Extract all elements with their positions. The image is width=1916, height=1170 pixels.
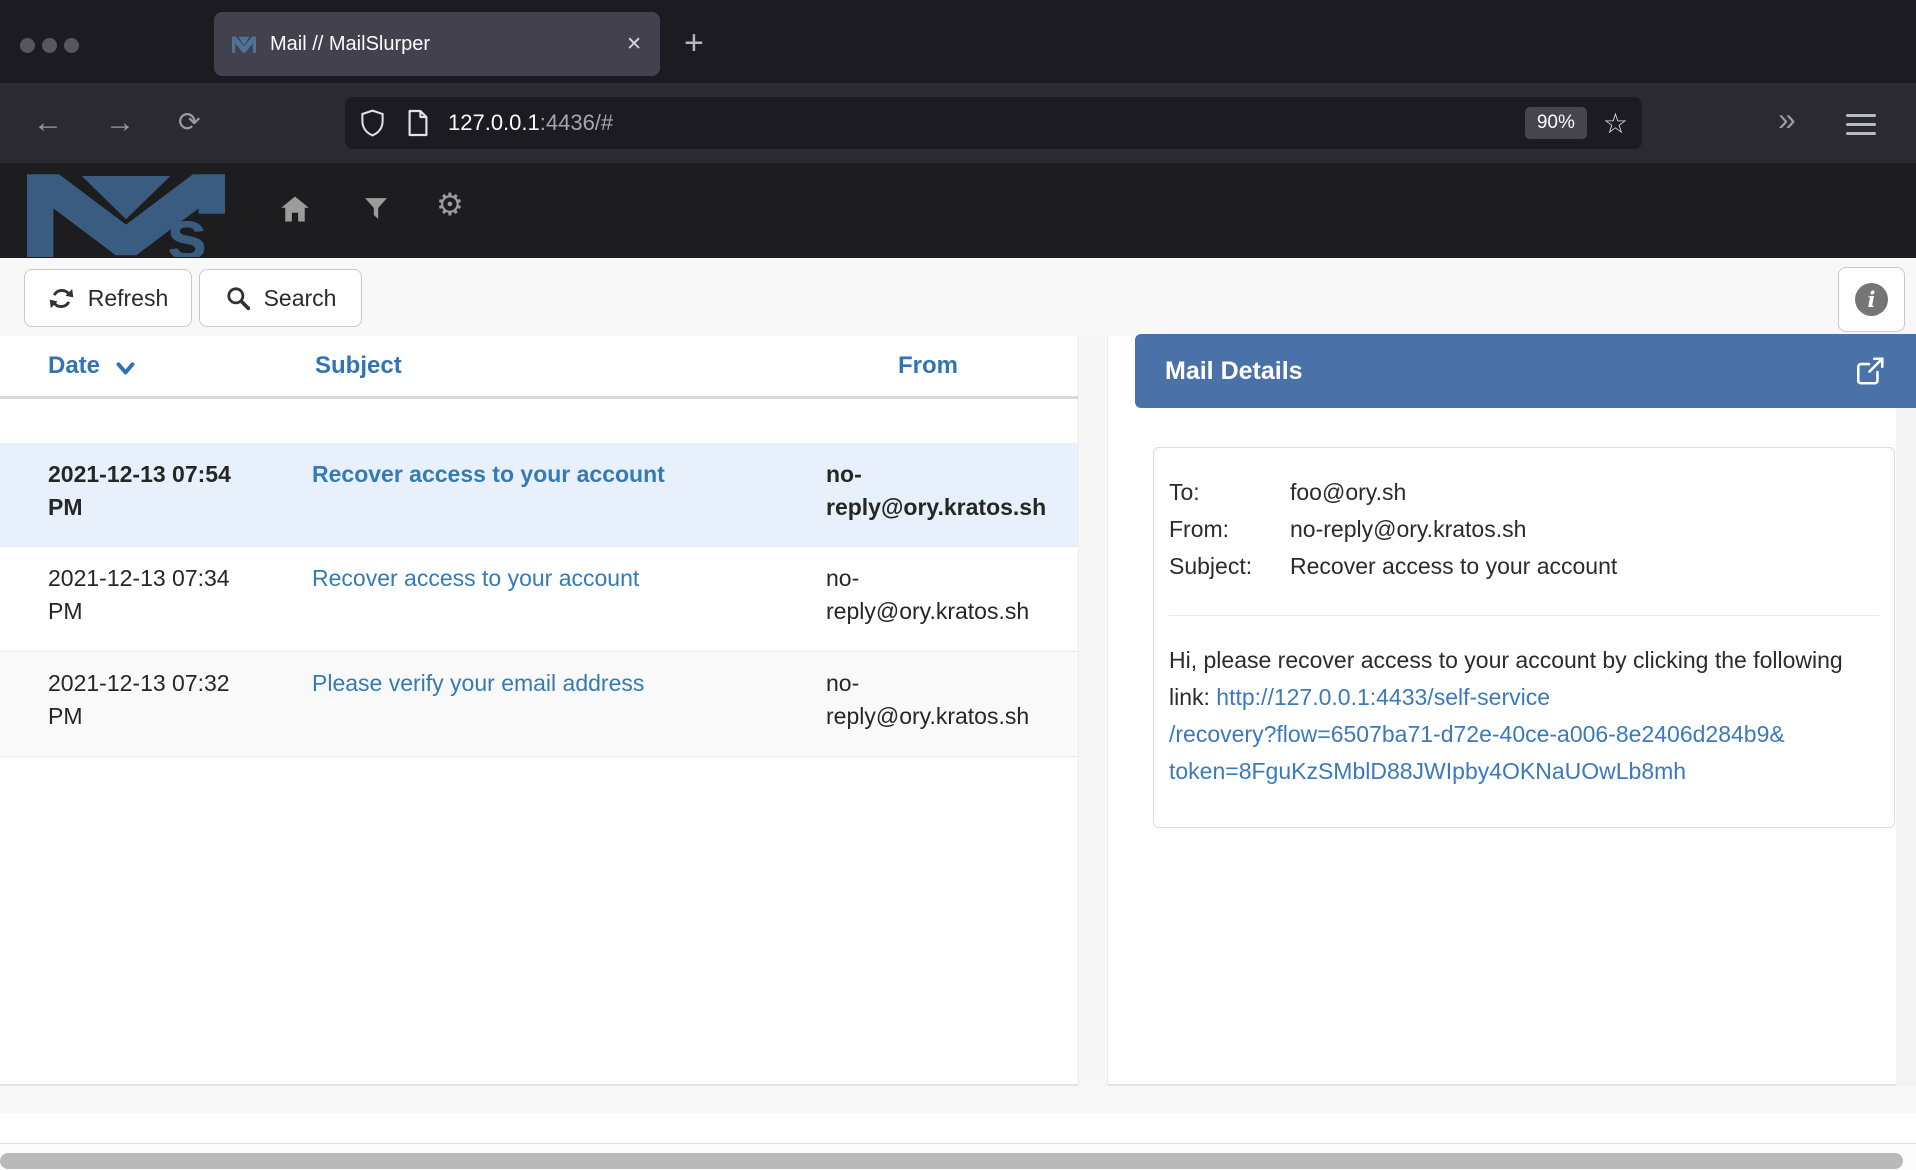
url-path: :4436/# xyxy=(540,110,613,135)
details-divider xyxy=(1169,615,1879,616)
mailslurper-browser-window: Mail // MailSlurper ✕ + ← → ⟳ 127.0.0.1:… xyxy=(0,0,1916,1170)
window-control-close-button[interactable] xyxy=(20,38,35,53)
mail-details-header: Mail Details xyxy=(1135,334,1916,408)
mail-row-date: 2021-12-13 07:54 PM xyxy=(48,458,263,524)
horizontal-scrollbar-thumb[interactable] xyxy=(0,1153,1903,1169)
meta-row-from: From: no-reply@ory.kratos.sh xyxy=(1169,511,1879,548)
menu-hamburger-icon[interactable] xyxy=(1846,114,1876,141)
panel-splitter[interactable] xyxy=(1078,334,1108,1086)
settings-gear-icon[interactable]: ⚙ xyxy=(436,187,464,223)
column-header-subject[interactable]: Subject xyxy=(315,352,402,380)
search-icon xyxy=(225,285,251,311)
tab-close-icon[interactable]: ✕ xyxy=(626,33,642,56)
address-bar[interactable]: 127.0.0.1:4436/# 90% ☆ xyxy=(345,97,1642,149)
mailslurper-logo-icon: s xyxy=(27,167,225,257)
mail-row-from: no-reply@ory.kratos.sh xyxy=(826,667,1041,733)
mail-row-from: no-reply@ory.kratos.sh xyxy=(826,562,1041,628)
column-header-date[interactable]: Date xyxy=(48,352,100,380)
horizontal-scrollbar[interactable] xyxy=(0,1143,1916,1170)
subject-label: Subject: xyxy=(1169,548,1290,585)
forward-icon[interactable]: → xyxy=(105,105,135,141)
mail-row-3[interactable]: 2021-12-13 07:32 PM Please verify your e… xyxy=(0,652,1078,757)
url-text: 127.0.0.1:4436/# xyxy=(448,110,1525,136)
home-icon[interactable] xyxy=(280,195,310,223)
page-zoom-indicator[interactable]: 90% xyxy=(1525,107,1587,139)
mail-row-date: 2021-12-13 07:34 PM xyxy=(48,562,263,628)
browser-toolbar: ← → ⟳ 127.0.0.1:4436/# 90% ☆ » xyxy=(0,83,1916,163)
info-button[interactable]: i xyxy=(1838,267,1905,332)
refresh-button[interactable]: Refresh xyxy=(24,269,192,327)
new-tab-button[interactable]: + xyxy=(684,26,704,60)
site-info-page-icon[interactable] xyxy=(406,108,430,138)
mail-body-text: Hi, please recover access to your accoun… xyxy=(1169,642,1875,790)
tab-mailslurper[interactable]: Mail // MailSlurper ✕ xyxy=(214,12,660,76)
search-button[interactable]: Search xyxy=(199,269,362,327)
from-value: no-reply@ory.kratos.sh xyxy=(1290,511,1526,548)
mail-subject-link[interactable]: Recover access to your account xyxy=(312,461,665,487)
mail-row-subject: Please verify your email address xyxy=(312,667,802,700)
page-bottom-band xyxy=(0,1086,1916,1113)
browser-tab-bar: Mail // MailSlurper ✕ + xyxy=(0,0,1916,83)
mail-details-panel: Mail Details To: foo@ory.sh From: no-rep… xyxy=(1108,336,1916,1086)
window-control-maximize-button[interactable] xyxy=(64,38,79,53)
back-icon[interactable]: ← xyxy=(33,105,63,141)
action-bar: Refresh Search i xyxy=(0,258,1916,336)
meta-row-subject: Subject: Recover access to your account xyxy=(1169,548,1879,585)
mail-row-2[interactable]: 2021-12-13 07:34 PM Recover access to yo… xyxy=(0,547,1078,652)
reload-icon[interactable]: ⟳ xyxy=(178,105,201,141)
mail-row-date: 2021-12-13 07:32 PM xyxy=(48,667,263,733)
url-domain: 127.0.0.1 xyxy=(448,110,540,135)
mail-subject-link[interactable]: Please verify your email address xyxy=(312,670,644,696)
to-label: To: xyxy=(1169,474,1290,511)
mail-subject-link[interactable]: Recover access to your account xyxy=(312,565,639,591)
info-icon: i xyxy=(1855,283,1888,316)
mail-list-header-row: Date Subject From xyxy=(0,336,1078,399)
mailslurper-logo: s xyxy=(27,167,225,257)
mailslurper-header: s ⚙ xyxy=(0,163,1916,258)
mail-details-card: To: foo@ory.sh From: no-reply@ory.kratos… xyxy=(1153,447,1895,828)
refresh-button-label: Refresh xyxy=(88,285,169,312)
mail-list-table: Date Subject From 2021-12-13 07:54 PM Re… xyxy=(0,336,1078,1086)
overflow-chevrons-icon[interactable]: » xyxy=(1778,101,1792,137)
tab-title: Mail // MailSlurper xyxy=(270,33,616,56)
search-button-label: Search xyxy=(264,285,337,312)
mail-row-from: no-reply@ory.kratos.sh xyxy=(826,458,1041,524)
mail-row-subject: Recover access to your account xyxy=(312,562,802,595)
bookmark-star-icon[interactable]: ☆ xyxy=(1603,107,1628,140)
from-label: From: xyxy=(1169,511,1290,548)
open-in-new-window-icon[interactable] xyxy=(1854,355,1886,387)
column-header-from[interactable]: From xyxy=(898,352,958,380)
window-control-minimize-button[interactable] xyxy=(42,38,57,53)
refresh-icon xyxy=(48,285,75,312)
meta-row-to: To: foo@ory.sh xyxy=(1169,474,1879,511)
right-scroll-gutter xyxy=(1896,408,1916,1086)
sort-descending-chevron-icon[interactable] xyxy=(116,362,135,376)
to-value: foo@ory.sh xyxy=(1290,474,1406,511)
mail-details-title: Mail Details xyxy=(1165,357,1854,386)
shield-icon[interactable] xyxy=(359,108,386,138)
filter-funnel-icon[interactable] xyxy=(364,195,388,223)
mail-row-1-selected[interactable]: 2021-12-13 07:54 PM Recover access to yo… xyxy=(0,443,1078,547)
svg-text:s: s xyxy=(167,196,208,257)
recovery-link[interactable]: http://127.0.0.1:4433/self-service/recov… xyxy=(1169,684,1875,790)
subject-value: Recover access to your account xyxy=(1290,548,1617,585)
mailslurper-favicon-icon xyxy=(232,35,256,53)
mail-rows: 2021-12-13 07:54 PM Recover access to yo… xyxy=(0,443,1078,757)
mail-row-subject: Recover access to your account xyxy=(312,458,802,491)
